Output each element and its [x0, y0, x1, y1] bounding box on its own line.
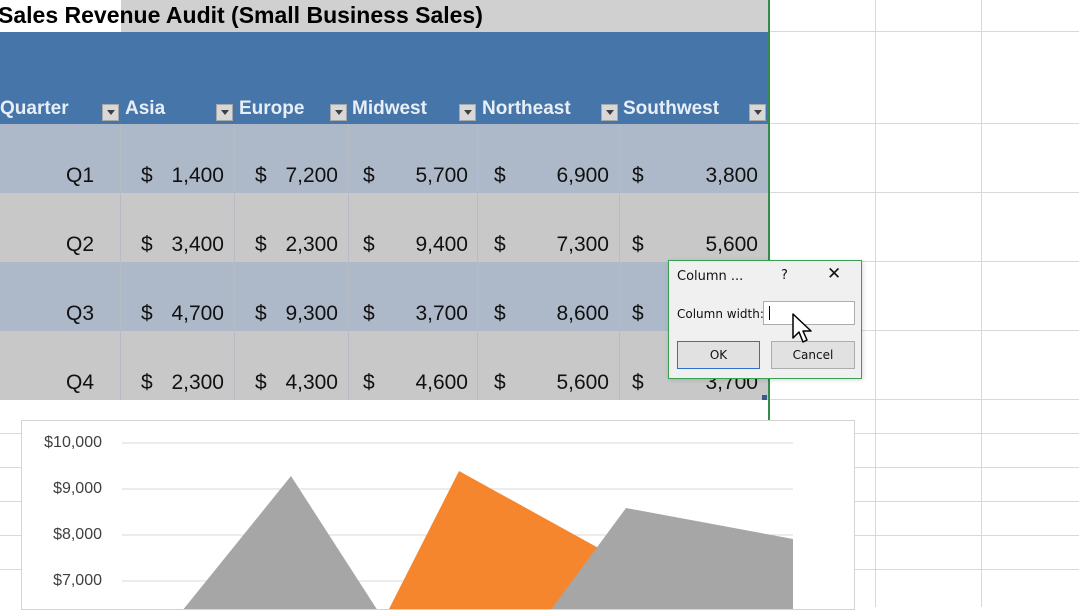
dialog-title: Column ... — [677, 269, 744, 284]
grid-line — [770, 192, 1079, 193]
header-quarter[interactable]: Quarter — [0, 96, 69, 122]
header-southwest[interactable]: Southwest — [623, 96, 719, 122]
cell-border — [348, 262, 349, 331]
cell-asia[interactable]: 4,700 — [150, 299, 224, 329]
cell-border — [477, 124, 478, 193]
grid-line — [770, 399, 1079, 400]
area-series-gray-1 — [183, 476, 377, 609]
cell-midwest[interactable]: 5,700 — [380, 161, 468, 191]
filter-dropdown-quarter[interactable] — [102, 104, 119, 121]
mouse-cursor-icon — [792, 313, 812, 343]
cell-midwest[interactable]: 4,600 — [380, 368, 468, 398]
cell-border — [477, 331, 478, 400]
currency-symbol: $ — [632, 371, 644, 394]
table-row[interactable]: Q1 $ 1,400 $ 7,200 $ 5,700 $ 6,900 $ 3,8… — [0, 124, 768, 193]
cell-asia[interactable]: 1,400 — [150, 161, 224, 191]
filter-dropdown-asia[interactable] — [216, 104, 233, 121]
cell-quarter[interactable]: Q4 — [0, 368, 94, 398]
title-row[interactable]: Sales Revenue Audit (Small Business Sale… — [0, 0, 768, 32]
currency-symbol: $ — [632, 302, 644, 325]
chart-plot — [122, 442, 793, 609]
cell-border — [120, 262, 121, 331]
cell-southwest[interactable]: 5,600 — [650, 230, 758, 260]
y-tick-label: $9,000 — [53, 480, 102, 497]
column-width-label: Column width: — [677, 307, 764, 321]
cell-border — [120, 124, 121, 193]
cell-border — [619, 331, 620, 400]
column-width-dialog[interactable]: Column ... ? ✕ Column width: OK Cancel — [668, 260, 862, 379]
grid-line — [981, 0, 982, 607]
cell-border — [234, 331, 235, 400]
cell-border — [120, 193, 121, 262]
cell-border — [348, 124, 349, 193]
currency-symbol: $ — [363, 302, 375, 325]
cell-europe[interactable]: 7,200 — [264, 161, 338, 191]
header-europe[interactable]: Europe — [239, 96, 304, 122]
cell-southwest[interactable]: 3,800 — [650, 161, 758, 191]
currency-symbol: $ — [632, 233, 644, 256]
area-chart[interactable]: $10,000 $9,000 $8,000 $7,000 — [21, 420, 855, 610]
currency-symbol: $ — [494, 302, 506, 325]
cell-border — [477, 262, 478, 331]
header-midwest[interactable]: Midwest — [352, 96, 427, 122]
currency-symbol: $ — [494, 164, 506, 187]
grid-line — [875, 0, 876, 607]
header-asia[interactable]: Asia — [125, 96, 165, 122]
filter-dropdown-northeast[interactable] — [601, 104, 618, 121]
cancel-button[interactable]: Cancel — [771, 341, 855, 369]
cell-quarter[interactable]: Q3 — [0, 299, 94, 329]
cell-border — [619, 124, 620, 193]
cell-border — [477, 193, 478, 262]
ok-button[interactable]: OK — [677, 341, 760, 369]
cell-border — [348, 331, 349, 400]
cell-northeast[interactable]: 5,600 — [510, 368, 609, 398]
cell-border — [234, 193, 235, 262]
table-row[interactable]: Q4 $ 2,300 $ 4,300 $ 4,600 $ 5,600 $ 3,7… — [0, 331, 768, 400]
cell-northeast[interactable]: 6,900 — [510, 161, 609, 191]
cell-border — [120, 331, 121, 400]
close-icon[interactable]: ✕ — [827, 266, 841, 283]
cell-asia[interactable]: 2,300 — [150, 368, 224, 398]
cell-border — [619, 193, 620, 262]
currency-symbol: $ — [494, 233, 506, 256]
cell-midwest[interactable]: 3,700 — [380, 299, 468, 329]
table-row[interactable]: Q3 $ 4,700 $ 9,300 $ 3,700 $ 8,600 $ — [0, 262, 768, 331]
cell-border — [619, 262, 620, 331]
currency-symbol: $ — [632, 164, 644, 187]
cell-europe[interactable]: 2,300 — [264, 230, 338, 260]
cell-asia[interactable]: 3,400 — [150, 230, 224, 260]
cell-quarter[interactable]: Q2 — [0, 230, 94, 260]
help-icon[interactable]: ? — [781, 268, 788, 283]
y-tick-label: $8,000 — [53, 526, 102, 543]
cell-northeast[interactable]: 7,300 — [510, 230, 609, 260]
cell-europe[interactable]: 9,300 — [264, 299, 338, 329]
table-row[interactable]: Q2 $ 3,400 $ 2,300 $ 9,400 $ 7,300 $ 5,6… — [0, 193, 768, 262]
cell-border — [348, 193, 349, 262]
filter-dropdown-southwest[interactable] — [749, 104, 766, 121]
cell-border — [234, 262, 235, 331]
cell-quarter[interactable]: Q1 — [0, 161, 94, 191]
filter-dropdown-midwest[interactable] — [459, 104, 476, 121]
cell-midwest[interactable]: 9,400 — [380, 230, 468, 260]
text-caret — [769, 306, 770, 320]
currency-symbol: $ — [363, 233, 375, 256]
cell-border — [234, 124, 235, 193]
currency-symbol: $ — [363, 371, 375, 394]
filter-dropdown-europe[interactable] — [330, 104, 347, 121]
grid-line — [770, 31, 1079, 32]
y-tick-label: $10,000 — [44, 434, 102, 451]
y-tick-label: $7,000 — [53, 572, 102, 589]
table-resize-handle[interactable] — [762, 395, 767, 400]
cell-europe[interactable]: 4,300 — [264, 368, 338, 398]
header-northeast[interactable]: Northeast — [482, 96, 571, 122]
grid-line — [770, 123, 1079, 124]
sheet-title: Sales Revenue Audit (Small Business Sale… — [0, 2, 483, 28]
cell-northeast[interactable]: 8,600 — [510, 299, 609, 329]
currency-symbol: $ — [363, 164, 375, 187]
currency-symbol: $ — [494, 371, 506, 394]
